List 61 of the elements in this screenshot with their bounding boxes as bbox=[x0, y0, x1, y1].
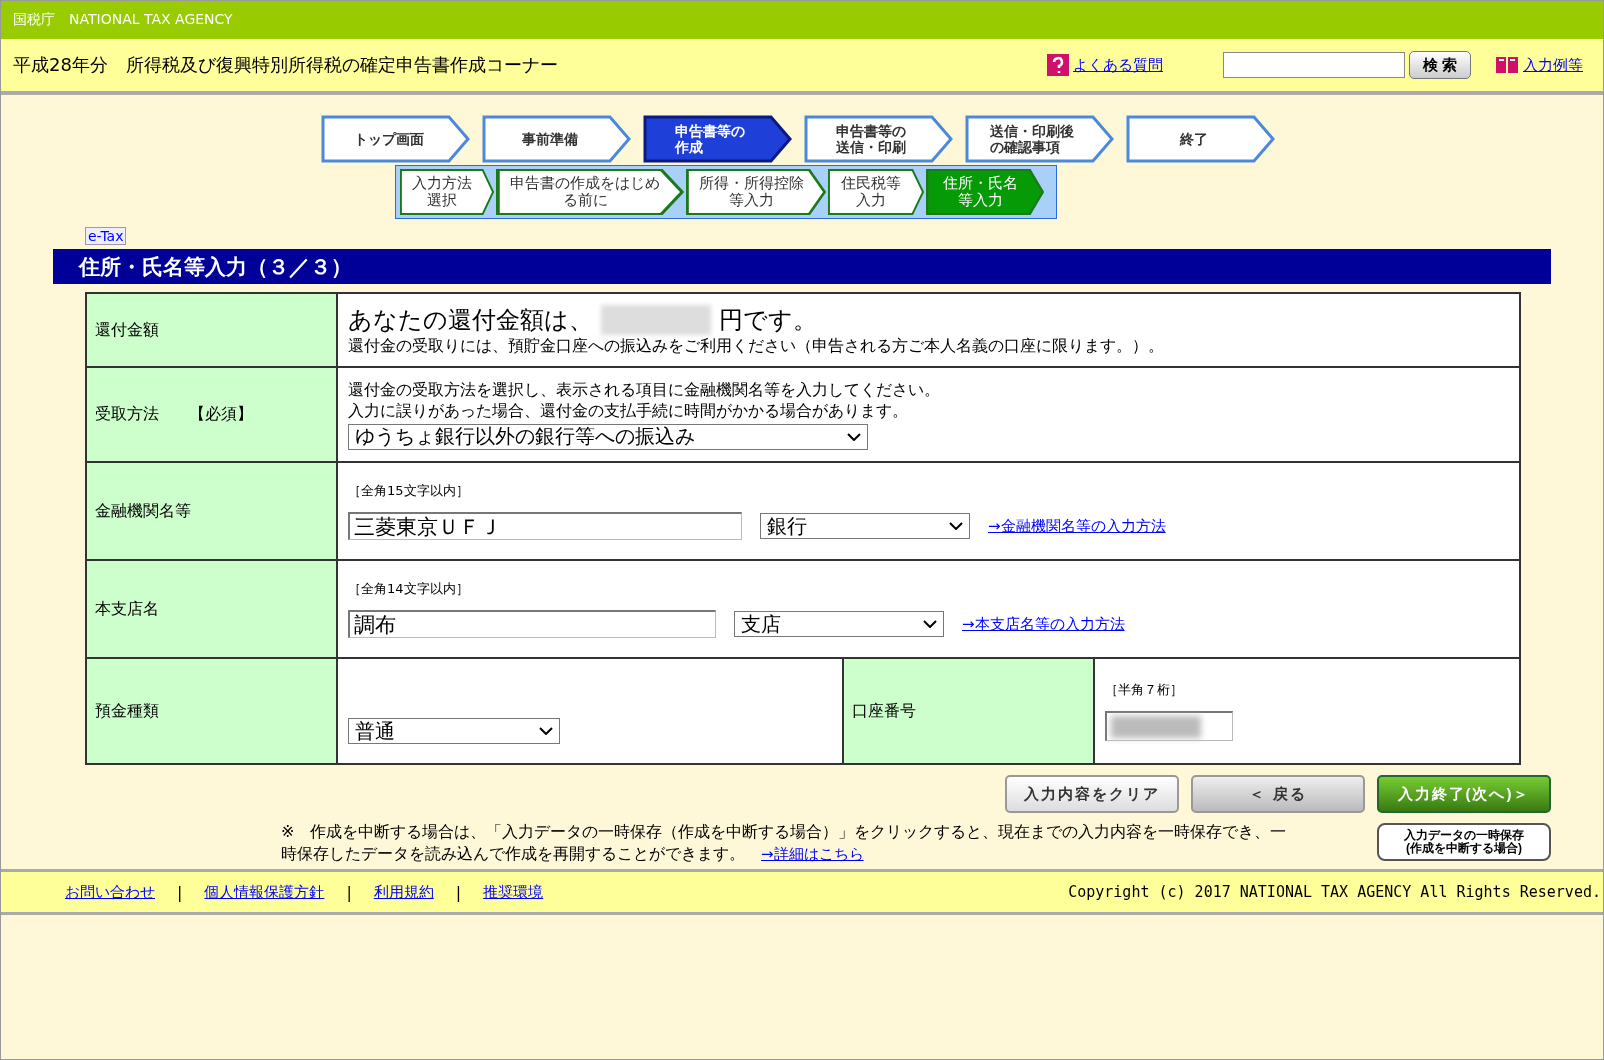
separator: | bbox=[177, 882, 183, 902]
table-cell: 金融機関名等 bbox=[86, 462, 337, 560]
table-cell: 預金種類 bbox=[86, 658, 337, 764]
page-title: 平成28年分 所得税及び復興特別所得税の確定申告書作成コーナー bbox=[13, 53, 559, 77]
bank-help-link[interactable]: →金融機関名等の入力方法 bbox=[988, 516, 1166, 536]
table-cell: 還付金額 bbox=[86, 293, 337, 367]
refund-note: 還付金の受取りには、預貯金口座への振込みをご利用ください（申告される方ご本人名義の口座に限ります。）。 bbox=[348, 335, 1165, 357]
section-title: 住所・氏名等入力（３／３） bbox=[53, 249, 1551, 284]
caret-icon bbox=[949, 522, 963, 530]
footer-link[interactable]: 推奨環境 bbox=[483, 882, 544, 902]
substep-tab[interactable]: 申告書の作成をはじめる前に bbox=[496, 169, 684, 215]
search-button[interactable]: 検 索 bbox=[1409, 51, 1471, 79]
field-hint: ［全角14文字以内］ bbox=[348, 580, 470, 598]
separator: | bbox=[455, 882, 462, 902]
substep-tab[interactable]: 住民税等入力 bbox=[828, 169, 924, 215]
table-cell: 本支店名 bbox=[86, 560, 337, 658]
search-field[interactable] bbox=[1223, 52, 1405, 78]
separator: | bbox=[346, 882, 352, 902]
details-link[interactable]: →詳細はこちら bbox=[761, 845, 864, 863]
faq-link[interactable]: よくある質問 bbox=[1073, 55, 1163, 75]
account-number-field[interactable] bbox=[1105, 711, 1233, 741]
back-button[interactable]: ＜ 戻る bbox=[1191, 775, 1365, 813]
clear-button[interactable]: 入力内容をクリア bbox=[1005, 775, 1179, 813]
agency-title: 国税庁 NATIONAL TAX AGENCY bbox=[13, 11, 233, 29]
refund-text: あなたの還付金額は、 bbox=[348, 304, 593, 336]
caret-icon bbox=[539, 727, 553, 735]
substep-tab[interactable]: 所得・所得控除等入力 bbox=[686, 169, 826, 215]
table-cell: 受取方法 【必須】 bbox=[86, 367, 337, 462]
bank-type-select[interactable]: 銀行 bbox=[760, 513, 970, 539]
save-note: ※ 作成を中断する場合は、「入力データの一時保存（作成を中断する場合）」をクリックすると、現在までの入力内容を一時保存でき、一時保存したデータを読み込んで作成を再開することができます。 →詳細はこちら bbox=[281, 821, 1288, 865]
copyright-text: Copyright (c) 2017 NATIONAL TAX AGENCY All Rights Reserved. bbox=[1068, 883, 1602, 901]
substep-tab[interactable]: 入力方法選択 bbox=[400, 169, 494, 215]
footer-link[interactable]: お問い合わせ bbox=[65, 882, 155, 902]
caret-icon bbox=[923, 620, 937, 628]
step-tab[interactable]: 事前準備 bbox=[482, 115, 632, 163]
caret-icon bbox=[847, 432, 861, 441]
step-tab[interactable]: 終了 bbox=[1126, 115, 1276, 163]
branch-name-field[interactable]: 調布 bbox=[348, 610, 716, 638]
book-icon[interactable] bbox=[1495, 55, 1519, 75]
deposit-type-select[interactable]: 普通 bbox=[348, 718, 560, 744]
branch-type-select[interactable]: 支店 bbox=[734, 611, 944, 637]
field-hint: ［全角15文字以内］ bbox=[348, 482, 470, 500]
step-tab[interactable]: 申告書等の作成 bbox=[643, 115, 793, 163]
step-tab[interactable]: 申告書等の送信・印刷 bbox=[804, 115, 954, 163]
examples-link[interactable]: 入力例等 bbox=[1523, 55, 1583, 75]
question-icon[interactable] bbox=[1047, 54, 1069, 76]
save-button[interactable]: 入力データの一時保存 (作成を中断する場合) bbox=[1377, 823, 1551, 861]
footer-link[interactable]: 利用規約 bbox=[373, 882, 434, 902]
substep-tab[interactable]: 住所・氏名等入力 bbox=[926, 169, 1044, 215]
method-select[interactable]: ゆうちょ銀行以外の銀行等への振込み bbox=[348, 423, 868, 450]
bank-name-field[interactable]: 三菱東京ＵＦＪ bbox=[348, 512, 742, 540]
refund-text: 円です。 bbox=[719, 304, 817, 336]
step-tab[interactable]: 送信・印刷後の確認事項 bbox=[965, 115, 1115, 163]
table-cell: 口座番号 bbox=[843, 658, 1094, 764]
instruction-text: 入力に誤りがあった場合、還付金の支払手続に時間がかかる場合があります。 bbox=[348, 400, 909, 422]
branch-help-link[interactable]: →本支店名等の入力方法 bbox=[962, 614, 1125, 634]
field-hint: ［半角７桁］ bbox=[1105, 681, 1184, 699]
etax-badge[interactable]: e-Tax bbox=[85, 227, 127, 245]
footer-link[interactable]: 個人情報保護方針 bbox=[204, 882, 325, 902]
instruction-text: 還付金の受取方法を選択し、表示される項目に金融機関名等を入力してください。 bbox=[348, 379, 941, 401]
step-tab[interactable]: トップ画面 bbox=[321, 115, 471, 163]
